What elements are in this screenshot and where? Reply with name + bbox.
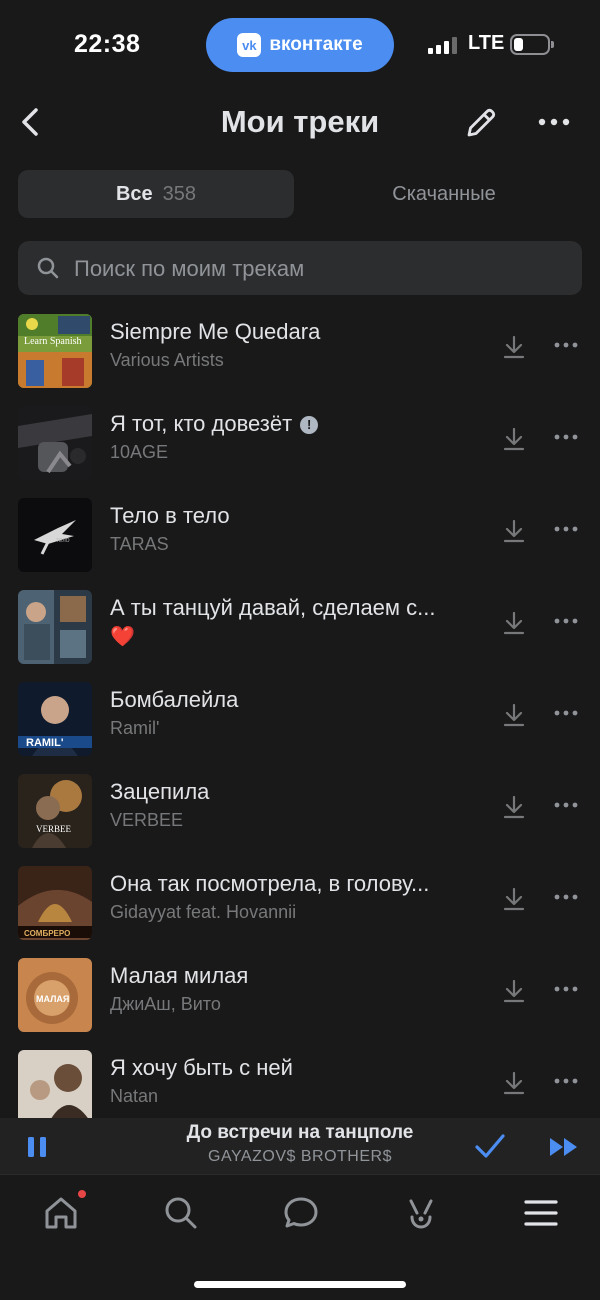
- more-horizontal-icon[interactable]: [554, 524, 578, 534]
- track-cover: ТЕЛО: [18, 498, 92, 572]
- track-artist: Gidayyat feat. Hovannii: [110, 902, 297, 922]
- track-cover: [18, 590, 92, 664]
- more-horizontal-icon[interactable]: [554, 432, 578, 442]
- heart-emoji: ❤️: [110, 626, 135, 648]
- track-artist: Ramil': [110, 718, 160, 738]
- tab-downloaded[interactable]: Скачанные: [306, 170, 582, 218]
- header: Мои треки: [0, 92, 600, 152]
- download-icon[interactable]: [502, 702, 526, 728]
- more-horizontal-icon[interactable]: [554, 616, 578, 626]
- cover-text: МАЛАЯ: [36, 994, 69, 1004]
- track-title: Я тот, кто довезёт!: [110, 411, 480, 437]
- search-placeholder: Поиск по моим трекам: [74, 256, 305, 281]
- track-artist: TARAS: [110, 534, 169, 554]
- more-horizontal-icon[interactable]: [554, 984, 578, 994]
- more-horizontal-icon[interactable]: [554, 1076, 578, 1086]
- vk-logo-icon: vk: [237, 33, 262, 57]
- download-icon[interactable]: [502, 426, 526, 452]
- more-horizontal-icon[interactable]: [536, 110, 572, 134]
- cover-text: Learn Spanish: [24, 336, 82, 347]
- cover-text: СОМБРЕРО: [24, 929, 70, 938]
- track-title: Она так посмотрела, в голову...: [110, 871, 430, 896]
- status-bar: 22:38 vk вконтакте LTE: [0, 0, 600, 90]
- track-title: Siempre Me Quedara: [110, 319, 321, 344]
- next-track-icon[interactable]: [548, 1136, 580, 1158]
- tab-all-label: Все: [115, 182, 153, 205]
- track-title: Зацепила: [110, 779, 210, 804]
- track-row[interactable]: СОМБРЕРО Она так посмотрела, в голову...…: [0, 858, 600, 950]
- more-horizontal-icon[interactable]: [554, 708, 578, 718]
- player-track-title: До встречи на танцполе: [186, 1122, 414, 1143]
- track-artist: VERBEE: [110, 810, 184, 830]
- signal-icon: [428, 36, 457, 54]
- track-title-text: Я тот, кто довезёт: [110, 411, 293, 436]
- track-artist: Various Artists: [110, 350, 224, 370]
- track-row[interactable]: VERBEE Зацепила VERBEE: [0, 766, 600, 858]
- search-icon: [37, 257, 59, 279]
- track-cover: СОМБРЕРО: [18, 866, 92, 940]
- vk-app-pill-label: вконтакте: [269, 34, 363, 55]
- messages-icon[interactable]: [281, 1193, 321, 1233]
- cover-text: RAMIL': [26, 737, 64, 749]
- track-cover: RAMIL': [18, 682, 92, 756]
- home-indicator: [194, 1281, 406, 1288]
- cover-text: VERBEE: [36, 824, 72, 834]
- clips-icon[interactable]: [401, 1193, 441, 1233]
- status-time: 22:38: [74, 30, 141, 58]
- track-title: А ты танцуй давай, сделаем с...: [110, 595, 436, 620]
- tab-all[interactable]: Все 358: [18, 170, 294, 218]
- svg-text:ТЕЛО: ТЕЛО: [56, 538, 70, 544]
- check-icon[interactable]: [474, 1132, 506, 1160]
- track-cover: Learn Spanish: [18, 314, 92, 388]
- search-input[interactable]: Поиск по моим трекам: [18, 241, 582, 295]
- search-icon[interactable]: [161, 1193, 201, 1233]
- download-icon[interactable]: [502, 610, 526, 636]
- battery-icon: [510, 34, 554, 55]
- bottom-tab-bar: [0, 1174, 600, 1300]
- track-title: Тело в тело: [110, 503, 230, 528]
- download-icon[interactable]: [502, 794, 526, 820]
- track-cover: [18, 406, 92, 480]
- more-horizontal-icon[interactable]: [554, 892, 578, 902]
- track-row[interactable]: Я тот, кто довезёт! 10AGE: [0, 398, 600, 490]
- explicit-icon: !: [300, 416, 319, 434]
- download-icon[interactable]: [502, 886, 526, 912]
- page-title: Мои треки: [220, 104, 380, 139]
- download-icon[interactable]: [502, 1070, 526, 1096]
- more-horizontal-icon[interactable]: [554, 800, 578, 810]
- track-row[interactable]: МАЛАЯ Малая милая ДжиАш, Вито: [0, 950, 600, 1042]
- pencil-icon[interactable]: [462, 104, 500, 142]
- track-cover: VERBEE: [18, 774, 92, 848]
- download-icon[interactable]: [502, 978, 526, 1004]
- vk-app-pill[interactable]: vk вконтакте: [206, 18, 394, 72]
- segmented-tabs: Все 358 Скачанные: [18, 170, 582, 218]
- notification-badge: [78, 1190, 86, 1198]
- track-cover: МАЛАЯ: [18, 958, 92, 1032]
- track-row[interactable]: Learn Spanish Siempre Me Quedara Various…: [0, 306, 600, 398]
- track-title: Я хочу быть с ней: [110, 1055, 293, 1080]
- menu-icon[interactable]: [521, 1193, 561, 1233]
- track-cover: [18, 1050, 92, 1124]
- track-title: Бомбалейла: [110, 687, 239, 712]
- track-row[interactable]: ТЕЛО Тело в тело TARAS: [0, 490, 600, 582]
- track-row[interactable]: RAMIL' Бомбалейла Ramil': [0, 674, 600, 766]
- more-horizontal-icon[interactable]: [554, 340, 578, 350]
- tab-downloaded-label: Скачанные: [392, 182, 496, 205]
- track-row[interactable]: А ты танцуй давай, сделаем с... ❤️: [0, 582, 600, 674]
- player-track-artist: GAYAZOV$ BROTHER$: [208, 1148, 392, 1165]
- network-label: LTE: [468, 32, 505, 54]
- tab-all-count: 358: [162, 182, 197, 205]
- home-icon[interactable]: [41, 1193, 81, 1233]
- track-artist: Natan: [110, 1086, 159, 1106]
- download-icon[interactable]: [502, 518, 526, 544]
- track-artist: 10AGE: [110, 442, 169, 462]
- track-artist: ДжиАш, Вито: [110, 994, 221, 1014]
- download-icon[interactable]: [502, 334, 526, 360]
- track-title: Малая милая: [110, 963, 249, 988]
- mini-player[interactable]: До встречи на танцполе GAYAZOV$ BROTHER$: [0, 1118, 600, 1174]
